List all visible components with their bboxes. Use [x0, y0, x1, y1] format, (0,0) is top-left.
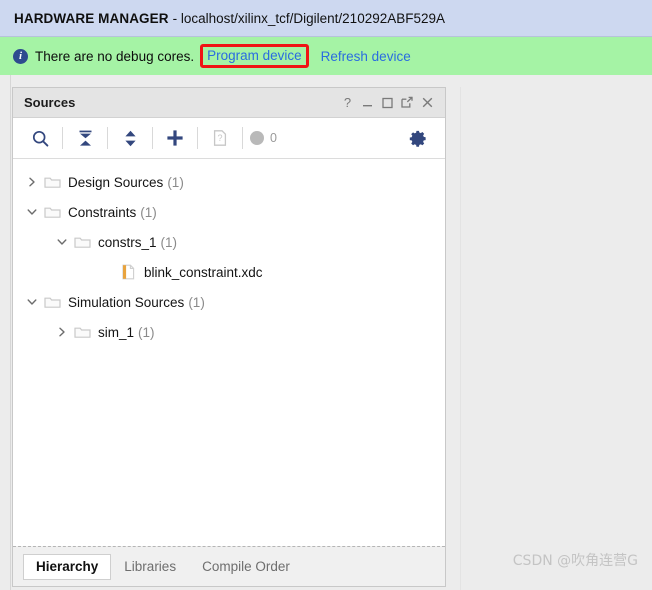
- chevron-down-icon[interactable]: [53, 233, 71, 251]
- sources-panel-header: Sources ?: [13, 88, 445, 118]
- left-gutter-strip: [0, 75, 11, 590]
- tree-row[interactable]: constrs_1 (1): [13, 227, 445, 257]
- folder-icon: [41, 173, 63, 191]
- toolbar-separator: [242, 127, 243, 149]
- tree-node-count: (1): [138, 324, 155, 340]
- svg-text:?: ?: [343, 96, 350, 110]
- folder-icon: [71, 323, 93, 341]
- message-status-dot: [250, 131, 264, 145]
- sources-tabs-strip: Hierarchy Libraries Compile Order: [13, 546, 445, 586]
- tree-node-label: Simulation Sources: [68, 294, 185, 310]
- toolbar-separator: [152, 127, 153, 149]
- file-xdc-icon: [117, 263, 139, 281]
- expand-all-icon[interactable]: [115, 124, 145, 152]
- chevron-down-icon[interactable]: [23, 293, 41, 311]
- tree-row[interactable]: Design Sources (1): [13, 167, 445, 197]
- collapse-all-icon[interactable]: [70, 124, 100, 152]
- panel-gap: [446, 75, 460, 590]
- tree-node-count: (1): [160, 234, 178, 250]
- program-device-link[interactable]: Program device: [207, 49, 302, 63]
- tab-hierarchy[interactable]: Hierarchy: [23, 553, 112, 580]
- tab-compile-order[interactable]: Compile Order: [189, 554, 303, 580]
- help-icon[interactable]: ?: [337, 92, 357, 114]
- folder-icon: [41, 293, 63, 311]
- hardware-manager-title-bar: HARDWARE MANAGER - localhost/xilinx_tcf/…: [0, 0, 652, 37]
- svg-text:?: ?: [217, 133, 222, 143]
- maximize-icon[interactable]: [377, 92, 397, 114]
- tree-node-label: Design Sources: [68, 174, 164, 190]
- report-icon: ?: [205, 124, 235, 152]
- tree-node-label: Constraints: [68, 204, 137, 220]
- program-device-highlight: Program device: [200, 44, 309, 68]
- refresh-device-link[interactable]: Refresh device: [321, 49, 411, 64]
- tree-row[interactable]: sim_1 (1): [13, 317, 445, 347]
- toolbar-separator: [197, 127, 198, 149]
- chevron-right-icon[interactable]: [23, 173, 41, 191]
- target-device-path: - localhost/xilinx_tcf/Digilent/210292AB…: [172, 10, 446, 26]
- message-count-label: 0: [270, 131, 277, 145]
- tree-node-count: (1): [188, 294, 205, 310]
- debug-cores-info-bar: i There are no debug cores. Program devi…: [0, 37, 652, 75]
- tree-node-label: constrs_1: [98, 234, 157, 250]
- sources-panel: Sources ? ? 0 Design Sources (1) Constra…: [12, 87, 446, 587]
- chevron-right-icon[interactable]: [53, 323, 71, 341]
- float-window-icon[interactable]: [397, 92, 417, 114]
- info-message: There are no debug cores.: [35, 48, 195, 64]
- tree-node-label: blink_constraint.xdc: [144, 264, 263, 280]
- tree-row[interactable]: Constraints (1): [13, 197, 445, 227]
- tree-node-label: sim_1: [98, 324, 135, 340]
- folder-icon: [71, 233, 93, 251]
- toolbar-separator: [62, 127, 63, 149]
- close-icon[interactable]: [417, 92, 437, 114]
- add-sources-icon[interactable]: [160, 124, 190, 152]
- tree-row[interactable]: blink_constraint.xdc: [13, 257, 445, 287]
- minimize-icon[interactable]: [357, 92, 377, 114]
- tab-libraries[interactable]: Libraries: [111, 554, 189, 580]
- sources-toolbar: ? 0: [13, 118, 445, 159]
- app-title: HARDWARE MANAGER: [14, 10, 169, 26]
- chevron-down-icon[interactable]: [23, 203, 41, 221]
- toolbar-separator: [107, 127, 108, 149]
- sources-panel-title: Sources: [24, 95, 76, 110]
- sources-tree[interactable]: Design Sources (1) Constraints (1) const…: [13, 159, 445, 546]
- tree-node-count: (1): [167, 174, 184, 190]
- folder-icon: [41, 203, 63, 221]
- tree-node-count: (1): [140, 204, 157, 220]
- tree-row[interactable]: Simulation Sources (1): [13, 287, 445, 317]
- message-count-group[interactable]: 0: [250, 131, 277, 145]
- settings-gear-icon[interactable]: [403, 124, 433, 152]
- info-icon: i: [13, 48, 28, 64]
- search-icon[interactable]: [25, 124, 55, 152]
- right-empty-pane: [460, 87, 652, 590]
